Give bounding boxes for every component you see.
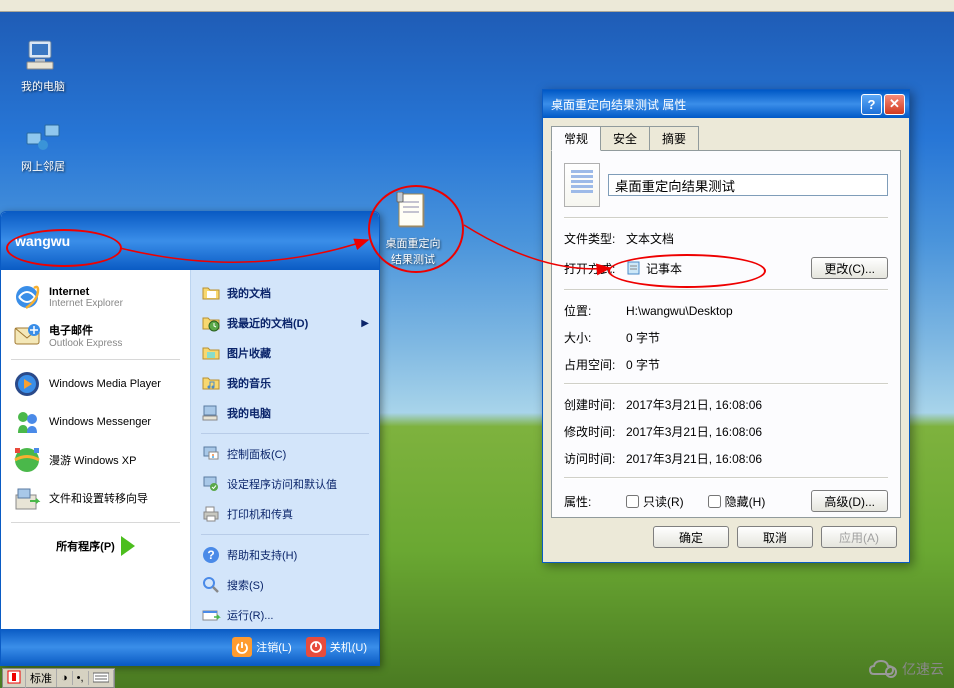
start-menu-footer: 注销(L) 关机(U) xyxy=(1,629,379,665)
menu-run[interactable]: 运行(R)... xyxy=(195,600,375,630)
menu-printers[interactable]: 打印机和传真 xyxy=(195,499,375,529)
menu-tour[interactable]: 漫游 Windows XP xyxy=(5,441,186,479)
email-icon xyxy=(11,319,43,351)
close-button[interactable]: ✕ xyxy=(884,94,905,115)
created-value: 2017年3月21日, 16:08:06 xyxy=(626,396,888,413)
help-button[interactable]: ? xyxy=(861,94,882,115)
svg-text:?: ? xyxy=(207,548,214,562)
ime-tray[interactable]: 标准 ◑ •, xyxy=(2,668,115,688)
start-menu: wangwu InternetInternet Explorer 电子邮件Out… xyxy=(0,211,380,666)
computer-icon xyxy=(23,35,63,75)
logoff-icon xyxy=(232,637,252,657)
menu-transfer-wizard[interactable]: 文件和设置转移向导 xyxy=(5,479,186,517)
tab-security[interactable]: 安全 xyxy=(600,126,650,150)
menu-search[interactable]: 搜索(S) xyxy=(195,570,375,600)
internet-explorer-icon xyxy=(11,281,43,313)
control-panel-icon xyxy=(201,444,221,464)
top-toolbar xyxy=(0,0,954,12)
start-menu-username: wangwu xyxy=(15,233,70,249)
menu-email[interactable]: 电子邮件Outlook Express xyxy=(5,316,186,354)
readonly-checkbox[interactable]: 只读(R) xyxy=(626,493,684,510)
printer-icon xyxy=(201,504,221,524)
ime-moon-icon[interactable]: ◑ xyxy=(57,671,73,685)
wmp-icon xyxy=(11,368,43,400)
program-access-icon xyxy=(201,474,221,494)
menu-recent-documents[interactable]: 我最近的文档(D)▶ xyxy=(195,308,375,338)
menu-my-computer[interactable]: 我的电脑 xyxy=(195,398,375,428)
menu-messenger[interactable]: Windows Messenger xyxy=(5,403,186,441)
watermark: 亿速云 xyxy=(866,658,944,680)
start-menu-left-column: InternetInternet Explorer 电子邮件Outlook Ex… xyxy=(1,270,190,629)
size-value: 0 字节 xyxy=(626,329,888,346)
transfer-wizard-icon xyxy=(11,482,43,514)
file-type-value: 文本文档 xyxy=(626,230,888,247)
start-menu-right-column: 我的文档 我最近的文档(D)▶ 图片收藏 我的音乐 我的电脑 控制面板(C) 设… xyxy=(190,270,379,629)
cancel-button[interactable]: 取消 xyxy=(737,526,813,548)
ok-button[interactable]: 确定 xyxy=(653,526,729,548)
desktop-icon-my-computer[interactable]: 我的电脑 xyxy=(8,35,78,94)
folder-music-icon xyxy=(201,373,221,393)
dialog-title-text: 桌面重定向结果测试 属性 xyxy=(551,96,859,113)
menu-internet[interactable]: InternetInternet Explorer xyxy=(5,278,186,316)
menu-help[interactable]: ?帮助和支持(H) xyxy=(195,540,375,570)
desktop-icon-network[interactable]: 网上邻居 xyxy=(8,115,78,174)
menu-pictures[interactable]: 图片收藏 xyxy=(195,338,375,368)
shutdown-button[interactable]: 关机(U) xyxy=(306,637,367,657)
ime-icon[interactable] xyxy=(3,669,26,688)
desktop-icon-test-file[interactable]: 桌面重定向 结果测试 xyxy=(378,192,448,267)
hidden-checkbox[interactable]: 隐藏(H) xyxy=(708,493,766,510)
shutdown-icon xyxy=(306,637,326,657)
change-button[interactable]: 更改(C)... xyxy=(811,257,888,279)
run-icon xyxy=(201,605,221,625)
filename-input[interactable] xyxy=(608,174,888,196)
notepad-icon xyxy=(626,260,642,276)
logoff-button[interactable]: 注销(L) xyxy=(232,637,291,657)
properties-dialog: 桌面重定向结果测试 属性 ? ✕ 常规 安全 摘要 文件类型:文本文档 打开方式… xyxy=(542,89,910,563)
location-value: H:\wangwu\Desktop xyxy=(626,304,888,318)
text-file-icon xyxy=(393,192,433,232)
apply-button[interactable]: 应用(A) xyxy=(821,526,897,548)
menu-my-documents[interactable]: 我的文档 xyxy=(195,278,375,308)
accessed-value: 2017年3月21日, 16:08:06 xyxy=(626,450,888,467)
open-with-value: 记事本 xyxy=(646,260,811,277)
tab-panel-general: 文件类型:文本文档 打开方式:记事本更改(C)... 位置:H:\wangwu\… xyxy=(551,150,901,518)
messenger-icon xyxy=(11,406,43,438)
desktop-icon-label: 网上邻居 xyxy=(8,158,78,174)
menu-all-programs[interactable]: 所有程序(P) xyxy=(5,528,186,564)
menu-program-access[interactable]: 设定程序访问和默认值 xyxy=(195,469,375,499)
size-disk-value: 0 字节 xyxy=(626,356,888,373)
desktop-icon-label: 桌面重定向 结果测试 xyxy=(378,235,448,267)
file-type-icon xyxy=(564,163,600,207)
folder-pictures-icon xyxy=(201,343,221,363)
menu-wmp[interactable]: Windows Media Player xyxy=(5,365,186,403)
arrow-right-icon xyxy=(121,536,135,556)
dialog-tabs: 常规 安全 摘要 xyxy=(543,118,909,150)
ime-mode[interactable]: 标准 xyxy=(26,669,57,687)
computer-icon xyxy=(201,403,221,423)
chevron-right-icon: ▶ xyxy=(361,318,369,329)
folder-docs-icon xyxy=(201,283,221,303)
dialog-footer: 确定 取消 应用(A) xyxy=(543,526,909,558)
tour-xp-icon xyxy=(11,444,43,476)
desktop-icon-label: 我的电脑 xyxy=(8,78,78,94)
ime-keyboard-icon[interactable] xyxy=(89,670,114,687)
menu-control-panel[interactable]: 控制面板(C) xyxy=(195,439,375,469)
tab-summary[interactable]: 摘要 xyxy=(649,126,699,150)
dialog-titlebar[interactable]: 桌面重定向结果测试 属性 ? ✕ xyxy=(543,90,909,118)
network-icon xyxy=(23,115,63,155)
start-menu-header: wangwu xyxy=(1,212,379,270)
ime-sym-icon[interactable]: •, xyxy=(73,671,89,685)
advanced-button[interactable]: 高级(D)... xyxy=(811,490,888,512)
menu-music[interactable]: 我的音乐 xyxy=(195,368,375,398)
tab-general[interactable]: 常规 xyxy=(551,126,601,151)
search-icon xyxy=(201,575,221,595)
help-icon: ? xyxy=(201,545,221,565)
folder-recent-icon xyxy=(201,313,221,333)
modified-value: 2017年3月21日, 16:08:06 xyxy=(626,423,888,440)
